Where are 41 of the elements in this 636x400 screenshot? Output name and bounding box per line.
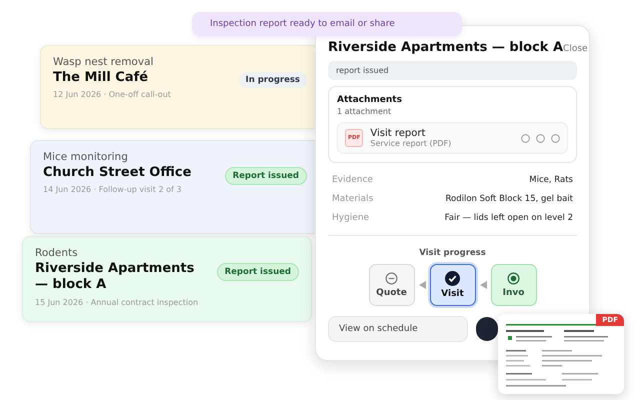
radio-dot-icon	[507, 272, 520, 285]
file-name: Visit report	[370, 128, 426, 139]
job-meta: 12 Jun 2026 · One-off call-out	[53, 90, 171, 100]
circle-icon[interactable]	[536, 134, 545, 142]
job-card[interactable]: Rodents Riverside Apartments — block A 15 Jun 2026 · Annual contract inspection Report issued	[22, 236, 312, 322]
progress-step[interactable]: Visit	[430, 264, 476, 306]
field-label: Hygiene	[332, 213, 370, 223]
arrow-left-icon	[418, 281, 426, 289]
schedule-button[interactable]: View on schedule	[328, 316, 468, 342]
site-name: Riverside Apartments — block A	[35, 261, 196, 294]
section-heading: Visit progress	[418, 248, 487, 258]
progress-step[interactable]: Invo	[490, 264, 536, 306]
arrow-left-icon	[480, 281, 486, 289]
check-circle-icon	[445, 271, 460, 286]
service-type: Wasp nest removal	[53, 56, 154, 68]
service-type: Rodents	[35, 247, 79, 259]
circle-icon[interactable]	[521, 134, 530, 142]
field-label: Evidence	[332, 175, 374, 185]
field-label: Materials	[332, 194, 374, 204]
site-name: The Mill Café	[53, 70, 150, 86]
close-button[interactable]: Close	[563, 44, 588, 54]
field-value: Mice, Rats	[528, 175, 573, 185]
service-type: Mice monitoring	[43, 151, 129, 163]
minus-circle-icon	[385, 272, 398, 285]
status-badge: Report issued	[216, 263, 299, 281]
attachment-count: 1 attachment	[337, 107, 392, 116]
file-type: Service report (PDF)	[370, 139, 452, 148]
site-name: Church Street Office	[43, 165, 192, 182]
field-value: Rodilon Soft Block 15, gel bait	[444, 194, 573, 204]
field-value: Fair — lids left open on level 2	[444, 213, 573, 223]
status-badge: In progress	[238, 72, 307, 88]
job-meta: 15 Jun 2026 · Annual contract inspection	[35, 298, 200, 306]
action-button[interactable]	[476, 317, 498, 341]
circle-icon[interactable]	[551, 134, 560, 142]
panel-title: Riverside Apartments — block A	[328, 40, 564, 55]
section-heading: Attachments	[337, 95, 403, 105]
progress-step[interactable]: Quote	[368, 264, 414, 306]
status-bar: report issued	[328, 61, 577, 80]
notification-toast: Inspection report ready to email or share	[192, 12, 462, 36]
job-meta: 14 Jun 2026 · Follow-up visit 2 of 3	[43, 185, 182, 194]
status-badge: Report issued	[224, 167, 307, 185]
